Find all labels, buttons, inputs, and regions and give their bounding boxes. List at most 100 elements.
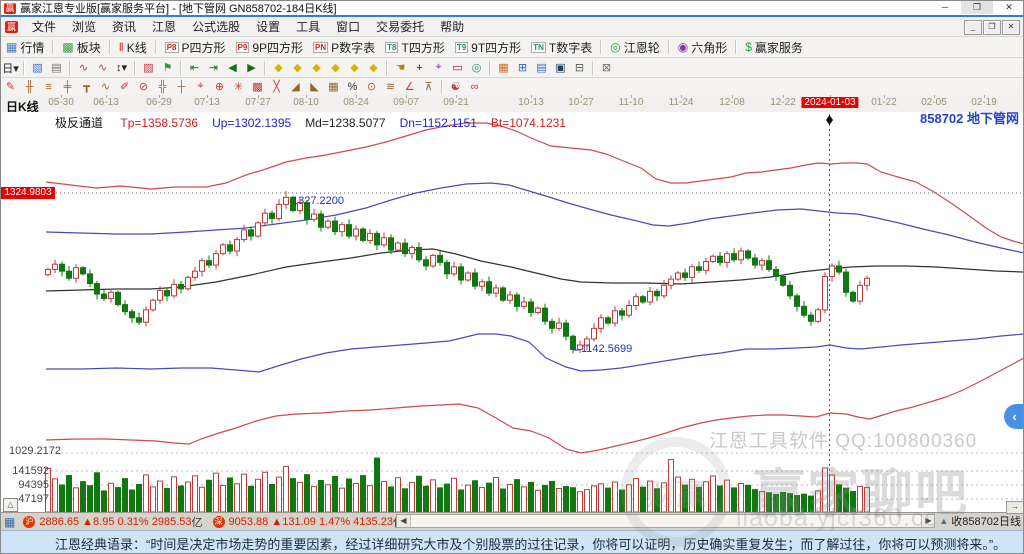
winner-service-button[interactable]: $赢家服务 — [740, 38, 808, 56]
diamond-nav-5-icon[interactable]: ◆ — [345, 60, 364, 76]
low-price-label: 1142.5699 — [581, 343, 632, 355]
menu-item-窗口[interactable]: 窗口 — [328, 20, 368, 34]
chart-area[interactable]: 财赢 江恩工具软件 QQ:100800360 赢家聊吧 liaoba.yjcf3… — [1, 112, 1024, 512]
corner-tool-icon[interactable]: ◢ — [286, 79, 305, 95]
time-rule-tool-icon[interactable]: ┳ — [77, 79, 96, 95]
print-icon[interactable]: ⊟ — [570, 60, 589, 76]
circle-dot-tool-icon[interactable]: ⊙ — [362, 79, 381, 95]
mdi-restore-button[interactable]: ❐ — [983, 20, 1001, 35]
horizontal-scrollbar[interactable]: ◀ ▶ — [396, 514, 936, 528]
indicator-flag-icon[interactable]: ⚑ — [158, 60, 177, 76]
star-tool-icon[interactable]: ✳ — [229, 79, 248, 95]
erase-tool-icon[interactable]: ⊘ — [134, 79, 153, 95]
overlay-chart-icon[interactable]: ▨ — [139, 60, 158, 76]
cross-line-tool-icon[interactable]: ┼ — [172, 79, 191, 95]
gann-box-tool-icon[interactable]: ╬ — [153, 79, 172, 95]
calculator-icon[interactable]: ⊞ — [513, 60, 532, 76]
shenzhen-index-icon: 深 — [213, 516, 225, 528]
diamond-nav-3-icon[interactable]: ◆ — [307, 60, 326, 76]
menu-item-交易委托[interactable]: 交易委托 — [368, 20, 432, 34]
menu-item-帮助[interactable]: 帮助 — [432, 20, 472, 34]
quotes-grid-icon[interactable]: ▦ — [4, 515, 15, 529]
corner2-tool-icon[interactable]: ◣ — [305, 79, 324, 95]
p-number-table-button[interactable]: PNP数字表 — [308, 38, 380, 56]
mdi-minimize-button[interactable]: _ — [964, 20, 982, 35]
p-square-button[interactable]: P8P四方形 — [160, 38, 231, 56]
sectors-button[interactable]: ▩板块 — [57, 38, 105, 56]
window-title: 赢家江恩专业版[赢家服务平台] - [地下管网 GN858702-184日K线] — [20, 0, 337, 16]
label-tool-icon[interactable]: ▭ — [448, 60, 467, 76]
gann-grid-tool-icon[interactable]: ╫ — [20, 79, 39, 95]
menu-item-文件[interactable]: 文件 — [24, 20, 64, 34]
indicator-value-1: Up=1302.1395 — [212, 116, 291, 130]
angle-tool-icon[interactable]: ∠ — [400, 79, 419, 95]
t-square-button[interactable]: T8T四方形 — [380, 38, 450, 56]
calendar-icon[interactable]: ▦ — [494, 60, 513, 76]
minimize-button[interactable]: ─ — [929, 1, 961, 14]
marker-pen-tool-icon[interactable]: ✐ — [115, 79, 134, 95]
scrollbar-thumb[interactable] — [410, 515, 922, 527]
ruler-tool-icon[interactable]: ╪ — [58, 79, 77, 95]
scale-dropdown[interactable]: ↕▾ — [112, 60, 131, 76]
hlines-tool-icon[interactable]: ≡ — [39, 79, 58, 95]
kline-status-panel[interactable]: ▲ 收858702日线 — [934, 514, 1021, 528]
diamond-nav-1-icon[interactable]: ◆ — [269, 60, 288, 76]
gann-wheel-button[interactable]: ◎江恩轮 — [605, 38, 665, 56]
menu-item-设置[interactable]: 设置 — [248, 20, 288, 34]
menu-item-浏览[interactable]: 浏览 — [64, 20, 104, 34]
prev-bar-icon[interactable]: ◀ — [223, 60, 242, 76]
waves-tool-icon[interactable]: ≋ — [381, 79, 400, 95]
pencil-tool-icon[interactable]: ✎ — [1, 79, 20, 95]
save-icon[interactable]: ▣ — [551, 60, 570, 76]
measure-tool-icon[interactable]: ⌖ — [429, 60, 448, 76]
collapse-panel-button[interactable]: ‹ — [1004, 404, 1024, 429]
pane-expand-button[interactable]: △ — [3, 498, 18, 512]
diamond-nav-2-icon[interactable]: ◆ — [288, 60, 307, 76]
toolbar-separator — [386, 61, 388, 75]
candle-style-icon[interactable]: ▧ — [28, 60, 47, 76]
t-number-table-button-glyph: TN — [531, 42, 546, 53]
x-cross-tool-icon[interactable]: ╳ — [267, 79, 286, 95]
menu-item-工具[interactable]: 工具 — [288, 20, 328, 34]
percent-tool-icon[interactable]: % — [343, 79, 362, 95]
p9-square-button[interactable]: P99P四方形 — [231, 38, 308, 56]
period-day-dropdown[interactable]: 日▾ — [1, 60, 20, 76]
next-bar-icon[interactable]: ▶ — [242, 60, 261, 76]
yinyang-tool-icon[interactable]: ☯ — [446, 79, 465, 95]
first-page-icon[interactable]: ⇤ — [185, 60, 204, 76]
trend-line2-icon[interactable]: ∿ — [93, 60, 112, 76]
target-tool-icon[interactable]: ⌖ — [191, 79, 210, 95]
send-order-icon[interactable]: ⊠ — [597, 60, 616, 76]
hexagon-button[interactable]: ◉六角形 — [673, 38, 733, 56]
table-tool-icon[interactable]: ▦ — [324, 79, 343, 95]
panel-layout-icon[interactable]: ▤ — [47, 60, 66, 76]
fib-tool-icon[interactable]: ⊼ — [419, 79, 438, 95]
gann-circle-tool-icon[interactable]: ⊕ — [210, 79, 229, 95]
hand-tool-icon[interactable]: ☚ — [391, 60, 410, 76]
diamond-nav-4-icon[interactable]: ◆ — [326, 60, 345, 76]
menu-item-公式选股[interactable]: 公式选股 — [184, 20, 248, 34]
kline-chart-canvas[interactable] — [1, 112, 1024, 512]
maximize-button[interactable]: ❐ — [961, 1, 993, 14]
mdi-close-button[interactable]: ✕ — [1002, 20, 1020, 35]
t9-square-button[interactable]: T99T四方形 — [450, 38, 526, 56]
spiral-tool-icon[interactable]: ◎ — [467, 60, 486, 76]
notebook-icon[interactable]: ▤ — [532, 60, 551, 76]
menu-item-资讯[interactable]: 资讯 — [104, 20, 144, 34]
diamond-nav-6-icon[interactable]: ◆ — [364, 60, 383, 76]
t9-square-button-glyph: T9 — [455, 42, 468, 53]
last-page-icon[interactable]: ⇥ — [204, 60, 223, 76]
menu-item-江恩[interactable]: 江恩 — [144, 20, 184, 34]
wave-tool-icon[interactable]: ∿ — [96, 79, 115, 95]
t-number-table-button[interactable]: TNT数字表 — [526, 38, 597, 56]
market-quotes-button[interactable]: ▦行情 — [1, 38, 49, 56]
infinity-tool-icon[interactable]: ∞ — [465, 79, 484, 95]
shade-tool-icon[interactable]: ▩ — [248, 79, 267, 95]
scroll-left-icon[interactable]: ◀ — [397, 515, 410, 527]
gann-wheel-button-glyph: ◎ — [610, 40, 620, 54]
kline-button[interactable]: ‖K线 — [114, 38, 152, 56]
scroll-right-icon[interactable]: ▶ — [922, 515, 935, 527]
crosshair-tool-icon[interactable]: + — [410, 60, 429, 76]
trend-line-icon[interactable]: ∿ — [74, 60, 93, 76]
close-button[interactable]: ✕ — [993, 1, 1024, 14]
